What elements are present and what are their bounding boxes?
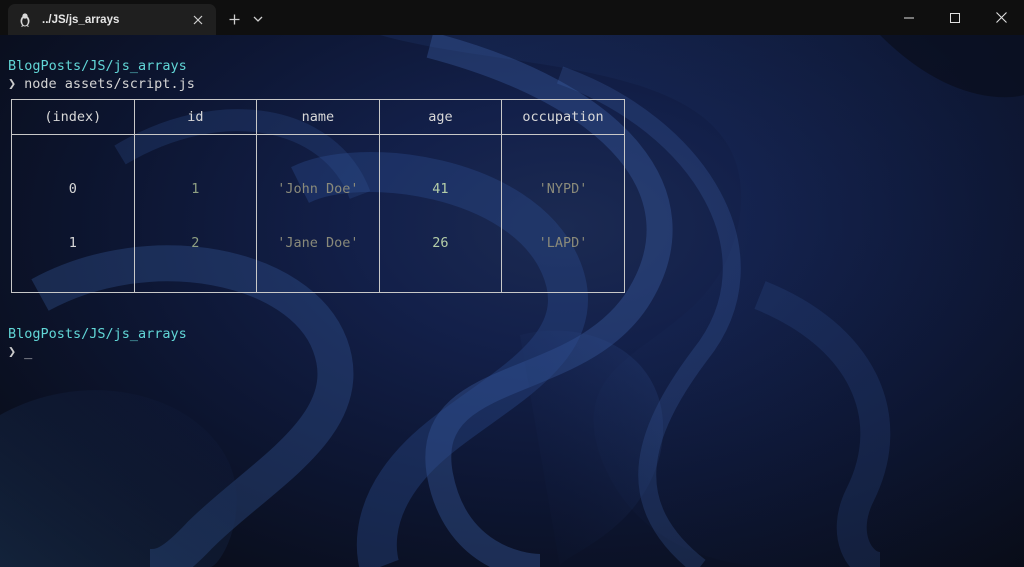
table-cell-value: 'NYPD': [538, 181, 588, 197]
text-cursor: _: [24, 344, 33, 360]
table-cell-value: 'Jane Doe': [277, 235, 359, 251]
column-header: age: [378, 99, 503, 135]
table-header-row: (index) id name age occupation: [11, 99, 625, 135]
chevron-down-icon: [253, 16, 263, 22]
column-header: (index): [11, 99, 135, 135]
maximize-icon: [950, 12, 960, 23]
command-line: ❯ node assets/script.js: [8, 75, 1024, 93]
command-line: ❯ _: [8, 343, 1024, 361]
command-text: node assets/script.js: [24, 76, 195, 92]
title-bar: ../JS/js_arrays: [0, 0, 1024, 35]
column-header: name: [256, 99, 380, 135]
table-row: 0 1 1 2 'John Doe' 'Jane Doe' 41 26 'NYP…: [11, 134, 625, 293]
close-button[interactable]: [978, 0, 1024, 35]
minimize-icon: [904, 17, 914, 18]
tab-active[interactable]: ../JS/js_arrays: [8, 4, 216, 35]
table-cell-value: 1: [68, 235, 77, 251]
tab-title: ../JS/js_arrays: [42, 13, 120, 26]
terminal-output[interactable]: BlogPosts/JS/js_arrays ❯ node assets/scri…: [0, 35, 1024, 567]
table-cell-age: 41 26: [378, 134, 503, 293]
column-header: id: [133, 99, 258, 135]
column-header: occupation: [501, 99, 625, 135]
prompt-chevron-icon: ❯: [8, 344, 17, 360]
table-cell-name: 'John Doe' 'Jane Doe': [256, 134, 380, 293]
table-cell-value: 'LAPD': [538, 235, 588, 251]
table-cell-value: 41: [432, 181, 449, 197]
linux-penguin-icon: [18, 12, 32, 27]
plus-icon: [229, 14, 239, 24]
maximize-button[interactable]: [932, 0, 978, 35]
table-cell-occupation: 'NYPD' 'LAPD': [501, 134, 625, 293]
table-cell-value: 26: [432, 235, 449, 251]
prompt-path: BlogPosts/JS/js_arrays: [8, 58, 187, 74]
close-icon: [995, 12, 1007, 23]
prompt-path: BlogPosts/JS/js_arrays: [8, 326, 187, 342]
table-cell-index: 0 1: [11, 134, 135, 293]
new-tab-button[interactable]: [222, 7, 246, 31]
table-cell-id: 1 2: [133, 134, 258, 293]
terminal-window: ../JS/js_arrays BlogPosts/JS/js_arrays ❯…: [0, 0, 1024, 567]
console-table: (index) id name age occupation 0 1 1 2 '…: [11, 99, 625, 293]
window-controls: [886, 0, 1024, 35]
prompt-chevron-icon: ❯: [8, 76, 17, 92]
minimize-button[interactable]: [886, 0, 932, 35]
table-cell-value: 'John Doe': [277, 181, 359, 197]
tab-dropdown-button[interactable]: [246, 7, 270, 31]
close-tab-icon[interactable]: [190, 12, 206, 28]
table-cell-value: 1: [191, 181, 200, 197]
table-cell-value: 0: [68, 181, 77, 197]
table-cell-value: 2: [191, 235, 200, 251]
